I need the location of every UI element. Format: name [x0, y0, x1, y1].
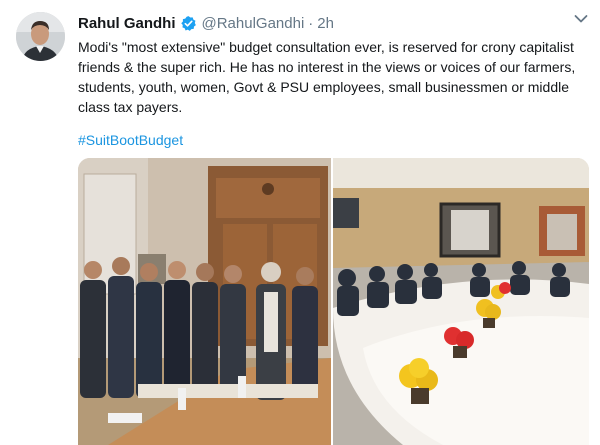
avatar[interactable]: [16, 12, 65, 61]
tweet-card[interactable]: Rahul Gandhi @RahulGandhi · 2h Modi's "m…: [0, 0, 600, 445]
separator-dot: ·: [308, 14, 314, 32]
photo-conference-table[interactable]: [333, 158, 589, 445]
display-name[interactable]: Rahul Gandhi: [78, 15, 176, 32]
timestamp[interactable]: 2h: [317, 15, 334, 32]
hashtag-link[interactable]: #SuitBootBudget: [78, 130, 183, 150]
tweet-header: Rahul Gandhi @RahulGandhi · 2h: [78, 13, 334, 33]
tweet-text: Modi's "most extensive" budget consultat…: [78, 39, 576, 115]
chevron-down-icon[interactable]: [574, 14, 588, 24]
photo-group-meeting[interactable]: [78, 158, 331, 445]
verified-badge-icon: [180, 15, 197, 32]
media-grid[interactable]: [78, 158, 589, 445]
user-handle[interactable]: @RahulGandhi: [202, 15, 305, 32]
